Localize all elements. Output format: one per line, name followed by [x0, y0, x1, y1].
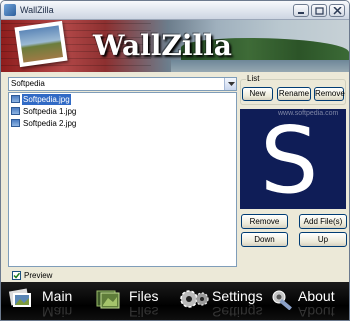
preview-image-letter: S — [260, 107, 319, 214]
file-list[interactable]: Softpedia.jpg Softpedia 1.jpg Softpedia … — [8, 92, 237, 267]
app-icon — [4, 4, 16, 16]
file-name: Softpedia 2.jpg — [23, 119, 77, 128]
nav-main-button[interactable]: Main Main — [5, 282, 89, 320]
nav-about-label: About — [298, 288, 335, 304]
checkmark-icon — [13, 272, 20, 279]
folder-select[interactable]: Softpedia — [8, 77, 237, 91]
image-file-icon — [11, 107, 20, 115]
image-file-icon — [11, 95, 20, 103]
rename-list-button[interactable]: Rename — [277, 87, 311, 101]
about-icon — [272, 290, 292, 310]
nav-files-label: Files — [129, 288, 159, 304]
title-bar[interactable]: WallZilla — [1, 1, 349, 20]
new-list-button[interactable]: New — [242, 87, 273, 101]
gears-icon — [180, 290, 209, 308]
preview-checkbox[interactable] — [12, 271, 21, 280]
image-file-icon — [11, 119, 20, 127]
remove-list-button[interactable]: Remove — [314, 87, 345, 101]
add-files-button[interactable]: Add File(s) — [299, 214, 347, 229]
remove-file-button[interactable]: Remove — [241, 214, 288, 229]
minimize-button[interactable] — [293, 4, 309, 17]
bottom-nav-bar: Main Main Files Files Settings Settings — [1, 282, 349, 320]
chevron-down-icon — [228, 82, 235, 86]
nav-files-reflection: Files — [129, 304, 159, 320]
nav-main-label: Main — [42, 288, 73, 304]
close-button[interactable] — [329, 4, 345, 17]
app-logo: WallZilla — [93, 29, 232, 62]
maximize-button[interactable] — [311, 4, 327, 17]
nav-settings-reflection: Settings — [212, 304, 263, 320]
maximize-icon — [315, 7, 324, 15]
nav-settings-button[interactable]: Settings Settings — [179, 282, 267, 320]
move-down-button[interactable]: Down — [241, 232, 288, 247]
move-up-button[interactable]: Up — [299, 232, 347, 247]
list-item[interactable]: Softpedia 1.jpg — [11, 106, 161, 117]
photo-icon — [14, 20, 68, 68]
app-window: WallZilla WallZilla Softpedia Softpedia.… — [0, 0, 350, 321]
nav-about-reflection: About — [298, 304, 335, 320]
nav-main-reflection: Main — [42, 304, 73, 320]
file-name: Softpedia.jpg — [22, 94, 71, 105]
list-group-title: List — [246, 74, 261, 83]
wallpaper-preview: www.softpedia.com S — [240, 107, 346, 214]
window-title: WallZilla — [20, 5, 54, 15]
minimize-icon — [298, 12, 304, 14]
close-icon — [333, 7, 342, 15]
files-icon — [96, 290, 120, 309]
header-banner: WallZilla — [1, 20, 349, 72]
list-item[interactable]: Softpedia.jpg — [11, 94, 161, 105]
preview-checkbox-label: Preview — [24, 271, 53, 280]
dropdown-arrow-button[interactable] — [224, 78, 236, 90]
file-name: Softpedia 1.jpg — [23, 107, 77, 116]
nav-settings-label: Settings — [212, 288, 263, 304]
list-item[interactable]: Softpedia 2.jpg — [11, 118, 161, 129]
nav-about-button[interactable]: About About — [271, 282, 347, 320]
nav-files-button[interactable]: Files Files — [93, 282, 173, 320]
photo-stack-icon — [8, 288, 31, 307]
folder-select-value: Softpedia — [11, 79, 45, 88]
